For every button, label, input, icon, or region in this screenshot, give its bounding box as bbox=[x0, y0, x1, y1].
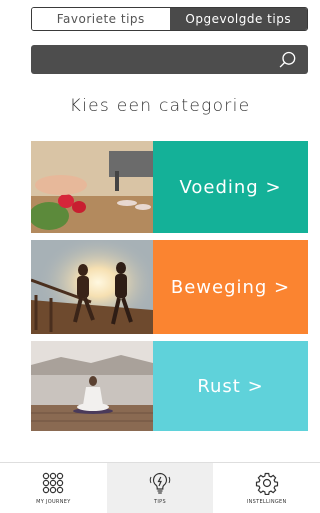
search-bar bbox=[31, 45, 308, 74]
bottom-tab-bar: MY JOURNEY TIPS INSTELLINGEN bbox=[0, 462, 320, 513]
tab-tips[interactable]: TIPS bbox=[106, 463, 214, 513]
category-label-rust: Rust > bbox=[153, 341, 308, 431]
category-rust[interactable]: Rust > bbox=[31, 341, 308, 431]
tab-instellingen[interactable]: INSTELLINGEN bbox=[213, 463, 320, 513]
lightbulb-icon bbox=[149, 472, 171, 494]
search-icon[interactable] bbox=[278, 50, 298, 70]
tab-my-journey[interactable]: MY JOURNEY bbox=[0, 463, 107, 513]
food-photo bbox=[31, 141, 153, 233]
running-photo bbox=[31, 240, 153, 334]
tips-segmented-control: Favoriete tips Opgevolgde tips bbox=[31, 7, 308, 31]
section-title: Kies een categorie bbox=[69, 96, 251, 116]
tab-label-my-journey: MY JOURNEY bbox=[36, 499, 71, 505]
category-label-voeding: Voeding > bbox=[153, 141, 308, 233]
tab-label-tips: TIPS bbox=[154, 499, 166, 505]
tab-label-instellingen: INSTELLINGEN bbox=[246, 499, 287, 505]
search-input[interactable] bbox=[31, 45, 308, 74]
gear-icon bbox=[255, 472, 278, 495]
tab-followed-tips[interactable]: Opgevolgde tips bbox=[169, 8, 307, 30]
category-label-beweging: Beweging > bbox=[153, 240, 308, 334]
meditation-photo bbox=[31, 341, 153, 431]
category-beweging[interactable]: Beweging > bbox=[31, 240, 308, 334]
journey-icon bbox=[43, 472, 64, 494]
tab-favorite-tips[interactable]: Favoriete tips bbox=[32, 8, 170, 30]
category-voeding[interactable]: Voeding > bbox=[31, 141, 308, 233]
